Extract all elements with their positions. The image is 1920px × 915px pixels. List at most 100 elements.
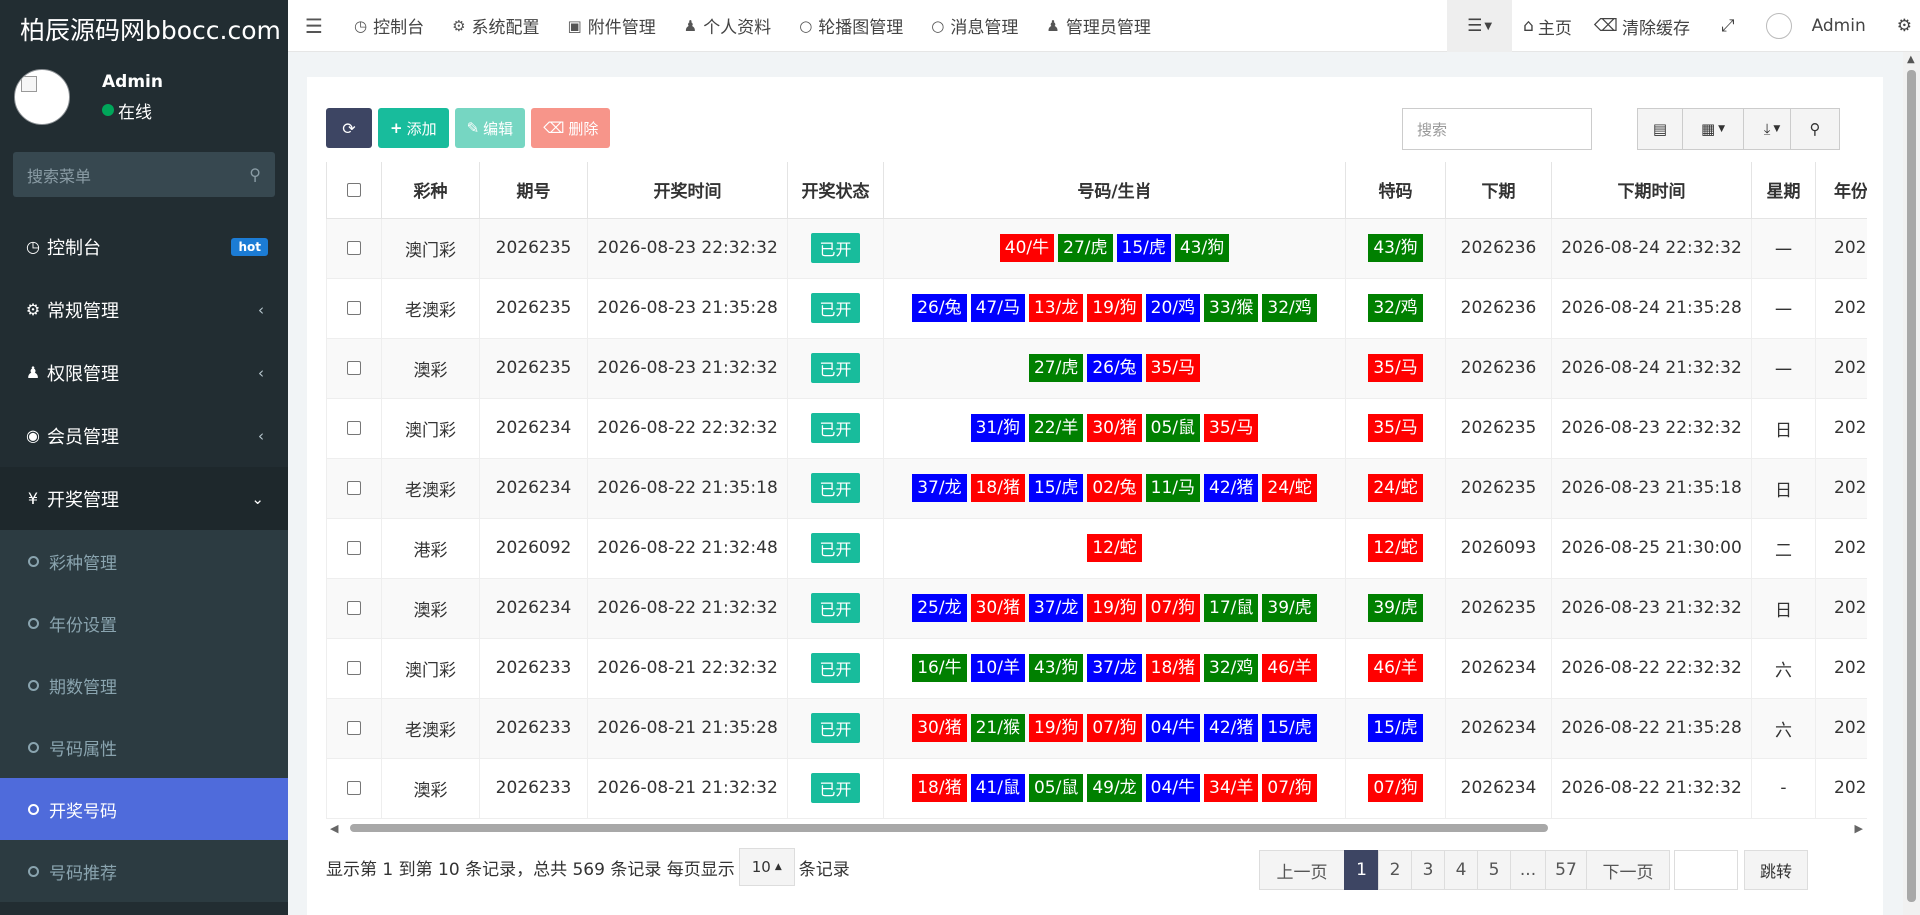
column-header[interactable]: 下期时间 [1551,162,1752,219]
menu-search-input[interactable]: 搜索菜单 ⚲ [13,152,275,197]
row-checkbox[interactable] [347,721,361,735]
nav-dashboard[interactable]: ◷ 控制台 [340,13,438,39]
table-row[interactable]: 澳门彩 2026233 2026-08-21 22:32:32 已开 16/牛 10/羊 4… [326,638,1867,699]
row-checkbox[interactable] [347,541,361,555]
sidebar-subitem-periods[interactable]: 期数管理 [0,654,288,716]
nav-attachments[interactable]: ▣ 附件管理 [554,13,670,39]
table-row[interactable]: 澳彩 2026233 2026-08-21 21:32:32 已开 18/猪 41/鼠 05… [326,758,1867,819]
column-header[interactable]: 期号 [479,162,588,219]
data-table: 彩种 期号 开奖时间 开奖状态 号码/生肖 特码 下期 下期时间 星期 年份 澳… [326,162,1867,819]
page-2-button[interactable]: 2 [1378,850,1412,890]
column-header[interactable]: 彩种 [381,162,480,219]
page-57-button[interactable]: 57 [1545,850,1587,890]
scrollbar-thumb[interactable] [350,824,1548,832]
page-3-button[interactable]: 3 [1411,850,1445,890]
next-page-button[interactable]: 下一页 [1586,850,1670,890]
jump-button[interactable]: 跳转 [1744,850,1808,890]
page-1-button[interactable]: 1 [1344,850,1379,890]
sidebar-subitem-number-recommend[interactable]: 号码推荐 [0,840,288,902]
sidebar-subitem-year-settings[interactable]: 年份设置 [0,592,288,654]
column-header[interactable]: 星期 [1751,162,1816,219]
page-4-button[interactable]: 4 [1444,850,1478,890]
numbers-cell: 12/蛇 [883,518,1346,579]
row-checkbox[interactable] [347,481,361,495]
table-row[interactable]: 澳门彩 2026234 2026-08-22 22:32:32 已开 31/狗 22/羊 3… [326,398,1867,459]
nav-admins[interactable]: ♟ 管理员管理 [1032,13,1164,39]
search-icon[interactable]: ⚲ [249,165,261,184]
row-checkbox[interactable] [347,661,361,675]
column-header[interactable]: 年份 [1815,162,1867,219]
number-ball: 25/龙 [912,594,967,622]
column-header[interactable]: 号码/生肖 [883,162,1346,219]
status-badge: 已开 [811,473,860,503]
row-checkbox[interactable] [347,601,361,615]
numbers-cell: 25/龙 30/猪 37/龙 19/狗 07/狗 17/鼠 39/虎 [883,578,1346,639]
table-row[interactable]: 老澳彩 2026234 2026-08-22 21:35:18 已开 37/龙 18/猪 1… [326,458,1867,519]
number-ball: 07/狗 [1262,774,1317,802]
row-checkbox[interactable] [347,361,361,375]
search-button[interactable]: ⚲ [1790,108,1840,150]
admin-menu[interactable]: Admin [1755,0,1877,52]
vertical-scrollbar-thumb[interactable] [1907,70,1916,902]
select-all-checkbox[interactable] [347,182,361,197]
page-size-select[interactable]: 10 ▲ [738,848,795,886]
nav-system-config[interactable]: ⚙ 系统配置 [438,13,553,39]
add-button[interactable]: + 添加 [378,108,449,148]
table-row[interactable]: 老澳彩 2026233 2026-08-21 21:35:28 已开 30/猪 21/猴 1… [326,698,1867,759]
tabs-dropdown[interactable]: ☰ ▼ [1447,0,1513,52]
scroll-left-icon[interactable]: ◀ [330,822,338,835]
nav-profile[interactable]: ♟ 个人资料 [670,13,785,39]
column-header[interactable]: 特码 [1345,162,1446,219]
content-panel: ⟳ + 添加 ✎ 编辑 ⌫ 删除 搜索 ▤ ▦ ▼ ⤓ ▼ ⚲ 彩种 期号 开奖时间 开奖… [307,77,1883,915]
table-row[interactable]: 老澳彩 2026235 2026-08-23 21:35:28 已开 26/兔 47/马 1… [326,278,1867,339]
special-number-cell: 46/羊 [1345,638,1446,699]
row-checkbox[interactable] [347,421,361,435]
nav-carousel[interactable]: ○ 轮播图管理 [785,13,917,39]
toggle-view-icon[interactable]: ▤ [1637,108,1683,150]
column-header[interactable]: 开奖时间 [587,162,788,219]
sidebar-subitem-number-attrs[interactable]: 号码属性 [0,716,288,778]
number-ball: 37/龙 [912,474,967,502]
table-row[interactable]: 澳彩 2026234 2026-08-22 21:32:32 已开 25/龙 30/猪 37… [326,578,1867,639]
table-row[interactable]: 澳彩 2026235 2026-08-23 21:32:32 已开 27/虎 26/兔 35… [326,338,1867,399]
column-header[interactable]: 开奖状态 [787,162,884,219]
logo[interactable]: 柏辰源码网bbocc.com [0,0,288,58]
row-checkbox[interactable] [347,781,361,795]
next-period-cell: 2026235 [1445,398,1552,459]
weekday-cell: 一 [1751,338,1816,399]
delete-button[interactable]: ⌫ 删除 [531,108,611,148]
number-ball: 04/牛 [1145,774,1201,802]
sidebar-item-general[interactable]: ⚙ 常规管理 ‹ [0,278,288,341]
clear-cache-button[interactable]: ⌫ 清除缓存 [1583,0,1701,52]
nav-messages[interactable]: ○ 消息管理 [917,13,1032,39]
weekday-cell: 一 [1751,218,1816,279]
sidebar-subitem-lottery-types[interactable]: 彩种管理 [0,530,288,592]
fullscreen-icon[interactable]: ⤢ [1701,0,1755,52]
edit-button[interactable]: ✎ 编辑 [454,108,526,148]
settings-gear-icon[interactable]: ⚙ [1877,0,1920,52]
column-header[interactable]: 下期 [1445,162,1552,219]
sidebar-subitem-draw-numbers[interactable]: 开奖号码 [0,778,288,840]
horizontal-scrollbar[interactable]: ◀ ▶ [326,820,1867,835]
scroll-up-icon[interactable]: ▲ [1907,54,1915,65]
sidebar-item-lottery[interactable]: ¥ 开奖管理 ⌄ [0,467,288,530]
sidebar-item-dashboard[interactable]: ◷ 控制台 hot [0,215,288,278]
scroll-right-icon[interactable]: ▶ [1855,822,1863,835]
table-row[interactable]: 澳门彩 2026235 2026-08-23 22:32:32 已开 40/牛 27/虎 1… [326,218,1867,279]
page-5-button[interactable]: 5 [1477,850,1511,890]
jump-page-input[interactable] [1674,850,1738,890]
menu-toggle-icon[interactable]: ☰ [288,14,340,38]
table-search-input[interactable]: 搜索 [1402,108,1592,150]
weekday-cell: 二 [1751,518,1816,579]
vertical-scrollbar[interactable]: ▲ [1903,52,1920,915]
prev-page-button[interactable]: 上一页 [1259,850,1345,890]
sidebar-item-permissions[interactable]: ♟ 权限管理 ‹ [0,341,288,404]
home-link[interactable]: ⌂ 主页 [1512,0,1583,52]
columns-dropdown[interactable]: ▦ ▼ [1682,108,1744,150]
number-ball: 32/鸡 [1204,654,1259,682]
row-checkbox[interactable] [347,301,361,315]
refresh-button[interactable]: ⟳ [326,108,372,148]
table-row[interactable]: 港彩 2026092 2026-08-22 21:32:48 已开 12/蛇 12/蛇 20… [326,518,1867,579]
sidebar-item-members[interactable]: ◉ 会员管理 ‹ [0,404,288,467]
row-checkbox[interactable] [347,241,361,255]
